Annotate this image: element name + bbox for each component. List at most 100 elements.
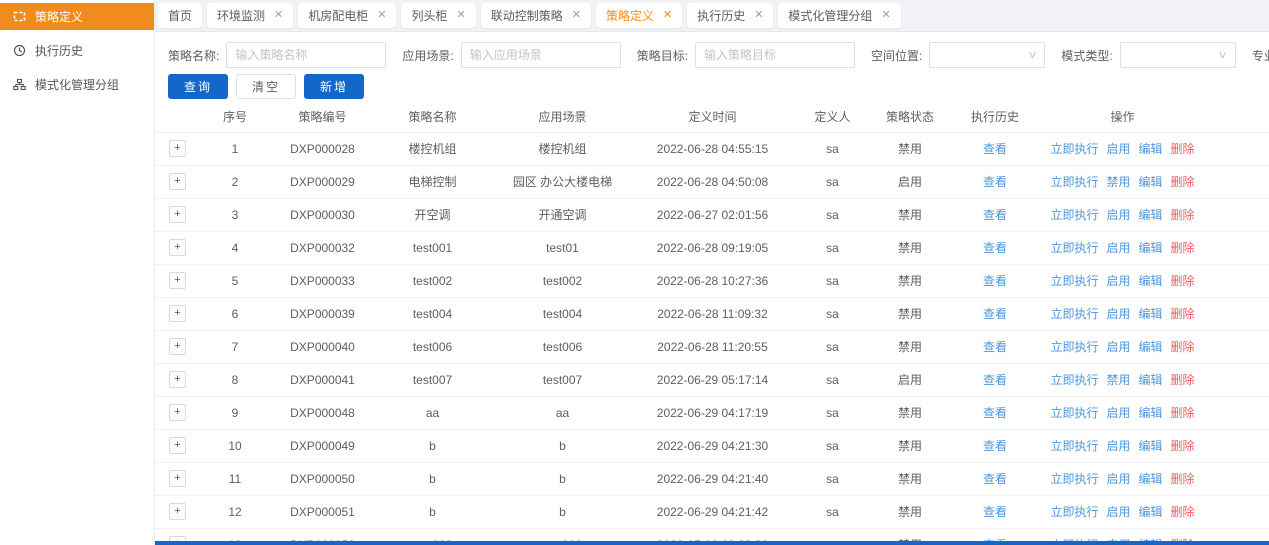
sidebar-item-strategy-definition[interactable]: 策略定义 <box>0 3 154 30</box>
execute-now-link[interactable]: 立即执行 <box>1050 239 1098 256</box>
execute-now-link[interactable]: 立即执行 <box>1050 404 1098 421</box>
edit-link[interactable]: 编辑 <box>1139 437 1163 454</box>
execute-now-link[interactable]: 立即执行 <box>1050 503 1098 520</box>
view-link[interactable]: 查看 <box>983 472 1007 486</box>
toggle-enable-link[interactable]: 启用 <box>1106 305 1130 322</box>
execute-now-link[interactable]: 立即执行 <box>1050 206 1098 223</box>
strategy-target-input[interactable] <box>695 42 855 68</box>
toggle-enable-link[interactable]: 启用 <box>1106 503 1130 520</box>
execute-now-link[interactable]: 立即执行 <box>1050 470 1098 487</box>
view-link[interactable]: 查看 <box>983 307 1007 321</box>
edit-link[interactable]: 编辑 <box>1139 371 1163 388</box>
view-link[interactable]: 查看 <box>983 505 1007 519</box>
delete-link[interactable]: 删除 <box>1171 140 1195 157</box>
delete-link[interactable]: 删除 <box>1171 470 1195 487</box>
clear-button[interactable]: 清空 <box>236 74 296 99</box>
tab[interactable]: 首页 ✕ <box>158 3 202 28</box>
execute-now-link[interactable]: 立即执行 <box>1050 272 1098 289</box>
delete-link[interactable]: 删除 <box>1171 437 1195 454</box>
execute-now-link[interactable]: 立即执行 <box>1050 437 1098 454</box>
sidebar-item-pattern-management-group[interactable]: 模式化管理分组 <box>0 71 154 98</box>
edit-link[interactable]: 编辑 <box>1139 503 1163 520</box>
tab[interactable]: 列头柜 ✕ <box>401 3 475 28</box>
execute-now-link[interactable]: 立即执行 <box>1050 305 1098 322</box>
delete-link[interactable]: 删除 <box>1171 239 1195 256</box>
view-link[interactable]: 查看 <box>983 142 1007 156</box>
edit-link[interactable]: 编辑 <box>1139 338 1163 355</box>
delete-link[interactable]: 删除 <box>1171 305 1195 322</box>
tab[interactable]: 策略定义 ✕ <box>596 3 682 28</box>
tab[interactable]: 环境监测 ✕ <box>207 3 293 28</box>
edit-link[interactable]: 编辑 <box>1139 206 1163 223</box>
application-scene-input[interactable] <box>461 42 621 68</box>
expand-button[interactable]: + <box>169 404 186 421</box>
delete-link[interactable]: 删除 <box>1171 404 1195 421</box>
add-button[interactable]: 新增 <box>304 74 364 99</box>
tab[interactable]: 模式化管理分组 ✕ <box>778 3 900 28</box>
toggle-enable-link[interactable]: 启用 <box>1106 404 1130 421</box>
expand-button[interactable]: + <box>169 173 186 190</box>
execute-now-link[interactable]: 立即执行 <box>1050 338 1098 355</box>
strategy-name-input[interactable] <box>226 42 386 68</box>
view-link[interactable]: 查看 <box>983 373 1007 387</box>
tab-close-icon[interactable]: ✕ <box>274 10 283 21</box>
expand-button[interactable]: + <box>169 470 186 487</box>
edit-link[interactable]: 编辑 <box>1139 239 1163 256</box>
expand-button[interactable]: + <box>169 140 186 157</box>
tab-close-icon[interactable]: ✕ <box>457 10 466 21</box>
expand-button[interactable]: + <box>169 371 186 388</box>
toggle-enable-link[interactable]: 启用 <box>1106 206 1130 223</box>
tab[interactable]: 机房配电柜 ✕ <box>298 3 396 28</box>
sidebar-item-execution-history[interactable]: 执行历史 <box>0 37 154 64</box>
toggle-enable-link[interactable]: 启用 <box>1106 338 1130 355</box>
tab-close-icon[interactable]: ✕ <box>881 10 890 21</box>
edit-link[interactable]: 编辑 <box>1139 272 1163 289</box>
tab-close-icon[interactable]: ✕ <box>572 10 581 21</box>
tab-close-icon[interactable]: ✕ <box>754 10 763 21</box>
toggle-enable-link[interactable]: 启用 <box>1106 239 1130 256</box>
delete-link[interactable]: 删除 <box>1171 173 1195 190</box>
horizontal-scrollbar[interactable] <box>155 541 1269 545</box>
toggle-enable-link[interactable]: 启用 <box>1106 470 1130 487</box>
tab[interactable]: 联动控制策略 ✕ <box>481 3 591 28</box>
delete-link[interactable]: 删除 <box>1171 371 1195 388</box>
edit-link[interactable]: 编辑 <box>1139 404 1163 421</box>
query-button[interactable]: 查询 <box>168 74 228 99</box>
view-link[interactable]: 查看 <box>983 241 1007 255</box>
delete-link[interactable]: 删除 <box>1171 338 1195 355</box>
execute-now-link[interactable]: 立即执行 <box>1050 140 1098 157</box>
toggle-enable-link[interactable]: 启用 <box>1106 437 1130 454</box>
expand-button[interactable]: + <box>169 503 186 520</box>
delete-link[interactable]: 删除 <box>1171 272 1195 289</box>
expand-button[interactable]: + <box>169 239 186 256</box>
edit-link[interactable]: 编辑 <box>1139 305 1163 322</box>
toggle-enable-link[interactable]: 禁用 <box>1106 371 1130 388</box>
toggle-enable-link[interactable]: 启用 <box>1106 272 1130 289</box>
view-link[interactable]: 查看 <box>983 208 1007 222</box>
tab-close-icon[interactable]: ✕ <box>663 10 672 21</box>
view-link[interactable]: 查看 <box>983 439 1007 453</box>
tab-close-icon[interactable]: ✕ <box>377 10 386 21</box>
expand-button[interactable]: + <box>169 206 186 223</box>
execute-now-link[interactable]: 立即执行 <box>1050 371 1098 388</box>
delete-link[interactable]: 删除 <box>1171 503 1195 520</box>
toggle-enable-link[interactable]: 启用 <box>1106 140 1130 157</box>
mode-type-select[interactable]: ∨ <box>1120 42 1236 68</box>
expand-button[interactable]: + <box>169 305 186 322</box>
cell-definition-time: 2022-06-28 04:50:08 <box>635 165 790 198</box>
execute-now-link[interactable]: 立即执行 <box>1050 173 1098 190</box>
view-link[interactable]: 查看 <box>983 340 1007 354</box>
expand-button[interactable]: + <box>169 338 186 355</box>
expand-button[interactable]: + <box>169 272 186 289</box>
edit-link[interactable]: 编辑 <box>1139 140 1163 157</box>
edit-link[interactable]: 编辑 <box>1139 173 1163 190</box>
expand-button[interactable]: + <box>169 437 186 454</box>
view-link[interactable]: 查看 <box>983 175 1007 189</box>
view-link[interactable]: 查看 <box>983 406 1007 420</box>
view-link[interactable]: 查看 <box>983 274 1007 288</box>
edit-link[interactable]: 编辑 <box>1139 470 1163 487</box>
delete-link[interactable]: 删除 <box>1171 206 1195 223</box>
space-location-select[interactable]: ∨ <box>929 42 1045 68</box>
toggle-enable-link[interactable]: 禁用 <box>1106 173 1130 190</box>
tab[interactable]: 执行历史 ✕ <box>687 3 773 28</box>
